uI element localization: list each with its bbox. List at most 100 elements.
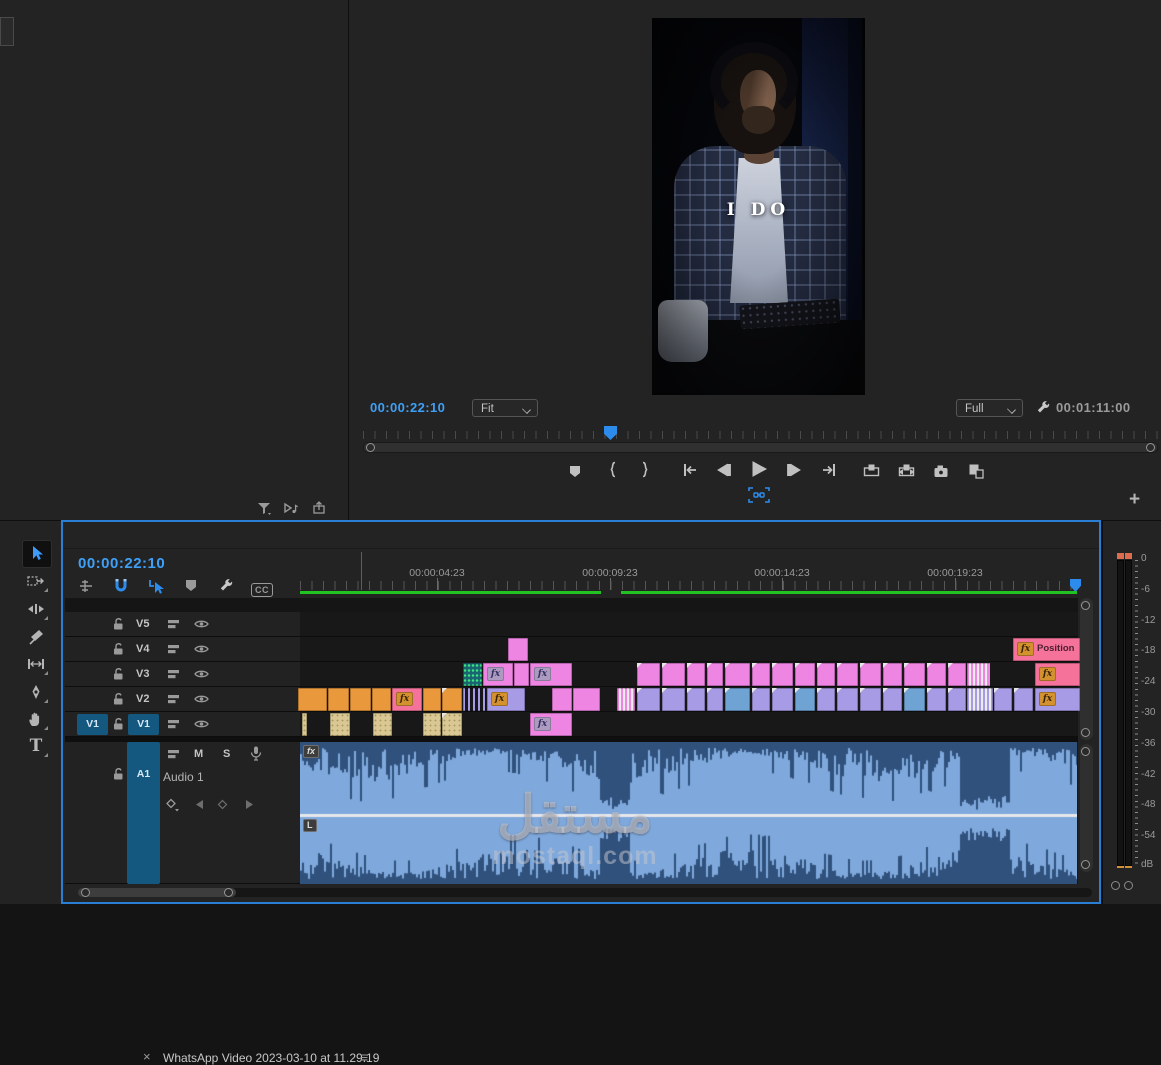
- solo-track-button[interactable]: S: [223, 748, 230, 760]
- timeline-clip[interactable]: [707, 688, 723, 711]
- timeline-clip[interactable]: [463, 663, 482, 686]
- add-button[interactable]: +: [1129, 489, 1140, 511]
- timeline-clip[interactable]: [948, 688, 966, 711]
- track-sync-lock-icon[interactable]: [167, 718, 181, 730]
- timeline-clip[interactable]: [442, 688, 462, 711]
- scrollbar-right-grip[interactable]: [1146, 443, 1155, 452]
- timeline-clip[interactable]: [687, 688, 705, 711]
- timeline-clip[interactable]: [442, 713, 462, 736]
- clip-fx-badge[interactable]: fx: [396, 692, 413, 706]
- track-visibility-eye-icon[interactable]: [194, 668, 209, 680]
- timeline-clip[interactable]: [948, 663, 966, 686]
- timeline-clip[interactable]: fx: [530, 663, 572, 686]
- timeline-clip[interactable]: [817, 663, 835, 686]
- mark-out-icon[interactable]: [637, 461, 653, 478]
- timeline-clip[interactable]: [883, 663, 902, 686]
- timeline-clip[interactable]: [795, 688, 815, 711]
- scrollbar-bottom-grip[interactable]: [1081, 728, 1090, 737]
- track-name-label[interactable]: V3: [136, 668, 149, 680]
- timeline-clip[interactable]: [772, 688, 793, 711]
- go-to-in-icon[interactable]: [681, 462, 698, 478]
- timeline-clip[interactable]: [423, 688, 441, 711]
- timeline-add-marker-icon[interactable]: [184, 578, 204, 596]
- nest-sequence-toggle-icon[interactable]: [77, 578, 97, 596]
- timeline-clip[interactable]: [837, 688, 858, 711]
- scrollbar-left-grip[interactable]: [81, 888, 90, 897]
- track-visibility-eye-icon[interactable]: [194, 618, 209, 630]
- global-fx-mute-icon[interactable]: [748, 487, 770, 503]
- timeline-clip[interactable]: [883, 688, 902, 711]
- track-sync-lock-icon[interactable]: [167, 643, 181, 655]
- export-frame-icon[interactable]: [933, 463, 950, 478]
- play-icon[interactable]: [750, 460, 768, 478]
- timeline-clip[interactable]: fx: [1035, 688, 1080, 711]
- scrollbar-right-grip[interactable]: [224, 888, 233, 897]
- track-lock-icon[interactable]: [112, 692, 125, 706]
- scrollbar-top-grip[interactable]: [1081, 601, 1090, 610]
- track-target-button[interactable]: V1: [128, 714, 159, 735]
- timeline-clip[interactable]: [302, 713, 307, 736]
- track-lock-icon[interactable]: [112, 667, 125, 681]
- timeline-clip[interactable]: [573, 688, 600, 711]
- timeline-clip[interactable]: [904, 663, 925, 686]
- timeline-clip[interactable]: fxPosition: [1013, 638, 1080, 661]
- timeline-clip[interactable]: [423, 713, 441, 736]
- add-marker-icon[interactable]: [567, 463, 583, 479]
- timeline-clip[interactable]: [707, 663, 723, 686]
- track-content-row[interactable]: [300, 712, 1078, 737]
- clip-fx-badge[interactable]: fx: [534, 717, 551, 731]
- timeline-clip[interactable]: fx: [487, 688, 525, 711]
- timeline-clip[interactable]: fx: [530, 713, 572, 736]
- track-lock-icon[interactable]: [112, 642, 125, 656]
- timeline-clip[interactable]: [514, 663, 529, 686]
- pen-tool[interactable]: [22, 679, 50, 705]
- timeline-clip[interactable]: [860, 688, 881, 711]
- timeline-clip[interactable]: [860, 663, 881, 686]
- timeline-clip[interactable]: fx: [392, 688, 422, 711]
- audio-track-target-button[interactable]: A1: [127, 742, 160, 884]
- step-back-icon[interactable]: [716, 462, 732, 478]
- timeline-clip[interactable]: [617, 688, 635, 711]
- timeline-clip[interactable]: fx: [1035, 663, 1080, 686]
- clip-fx-badge[interactable]: fx: [1017, 642, 1034, 656]
- timeline-clip[interactable]: [552, 688, 572, 711]
- timeline-clip[interactable]: [837, 663, 858, 686]
- playback-resolution-select[interactable]: Full: [956, 399, 1023, 417]
- timeline-clip[interactable]: [330, 713, 350, 736]
- go-to-out-icon[interactable]: [821, 462, 838, 478]
- zoom-level-select[interactable]: Fit: [472, 399, 538, 417]
- track-content-row[interactable]: [300, 612, 1078, 637]
- timeline-clip[interactable]: [328, 688, 349, 711]
- timeline-clip[interactable]: [725, 663, 750, 686]
- timeline-clip[interactable]: [463, 688, 486, 711]
- timeline-clip[interactable]: [508, 638, 528, 661]
- track-visibility-eye-icon[interactable]: [194, 718, 209, 730]
- captions-button[interactable]: CC: [251, 580, 273, 598]
- track-lock-icon[interactable]: [112, 617, 125, 631]
- slip-tool[interactable]: [22, 651, 50, 677]
- track-name-label[interactable]: V4: [136, 643, 149, 655]
- timeline-clip[interactable]: [662, 663, 685, 686]
- timeline-clip[interactable]: [662, 688, 685, 711]
- timeline-clip[interactable]: fx: [483, 663, 513, 686]
- previous-keyframe-icon[interactable]: [194, 799, 205, 810]
- mute-track-button[interactable]: M: [194, 748, 203, 760]
- ripple-edit-tool[interactable]: [22, 596, 50, 622]
- track-sync-lock-icon[interactable]: [167, 668, 181, 680]
- audio-lock-icon[interactable]: [112, 767, 125, 781]
- timeline-clip[interactable]: [752, 688, 770, 711]
- next-keyframe-icon[interactable]: [244, 799, 255, 810]
- selection-tool[interactable]: [22, 540, 52, 568]
- timeline-clip[interactable]: [817, 688, 835, 711]
- timeline-clip[interactable]: [725, 688, 750, 711]
- timeline-clip[interactable]: [637, 688, 660, 711]
- timeline-clip[interactable]: [904, 688, 925, 711]
- close-tab-icon[interactable]: ×: [143, 1049, 151, 1064]
- timeline-clip[interactable]: [752, 663, 770, 686]
- timeline-clip[interactable]: [1014, 688, 1033, 711]
- audio-tracks-scrollbar[interactable]: [1080, 744, 1093, 872]
- track-sync-lock-icon[interactable]: [167, 618, 181, 630]
- lift-icon[interactable]: [863, 463, 880, 478]
- filter-icon[interactable]: [256, 500, 272, 516]
- timeline-clip[interactable]: [372, 688, 391, 711]
